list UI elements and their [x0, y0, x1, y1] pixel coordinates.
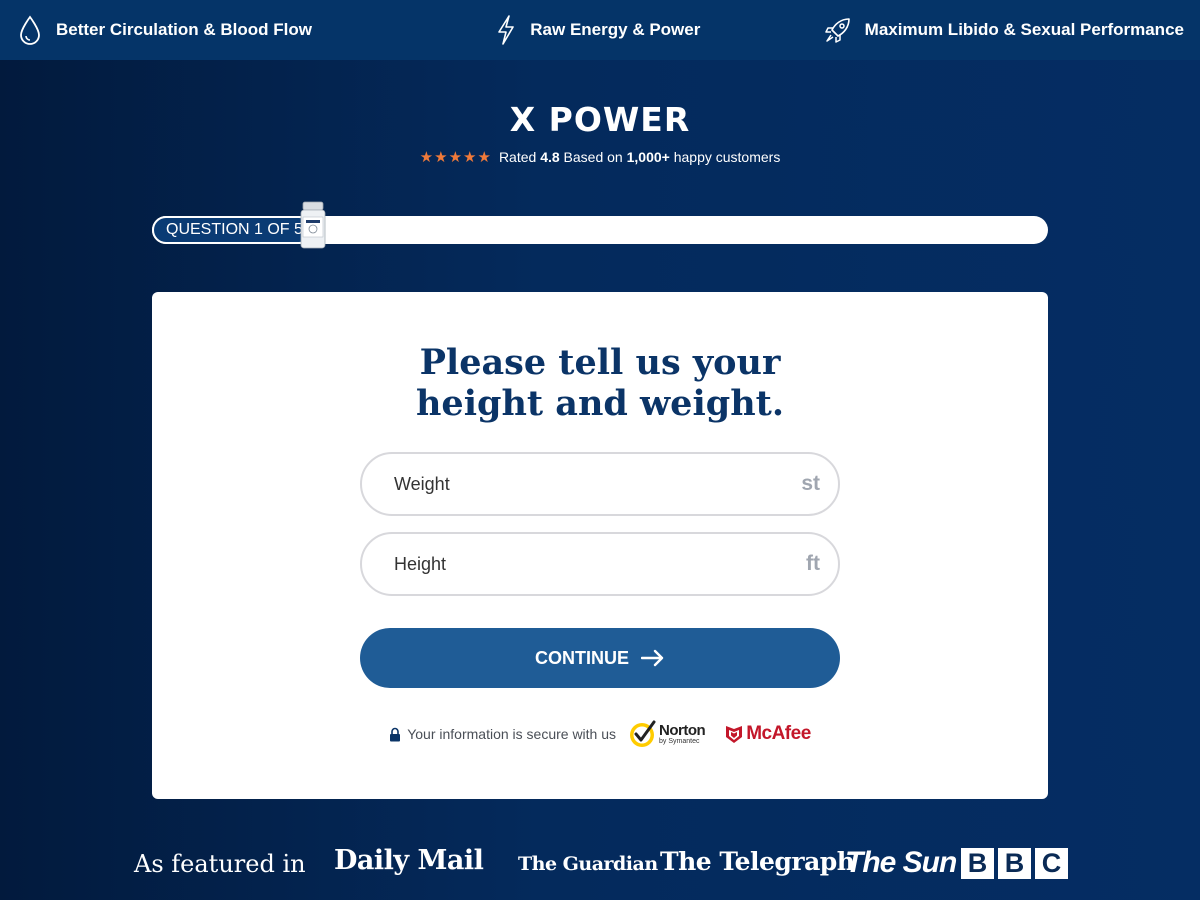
rating-suffix: happy customers	[673, 149, 781, 165]
security-notice: Your information is secure with us Norto…	[152, 720, 1048, 748]
rating-text: Rated 4.8 Based on 1,000+ happy customer…	[499, 149, 780, 165]
bbc-letter: C	[1035, 848, 1068, 879]
telegraph-logo: The Telegraph	[660, 847, 855, 876]
benefit-label: Better Circulation & Blood Flow	[56, 20, 312, 39]
benefits-bar: Better Circulation & Blood Flow Raw Ener…	[0, 0, 1200, 60]
rating-middle: Based on	[563, 149, 623, 165]
star-icon: ★	[434, 148, 448, 166]
progress-label: QUESTION 1 OF 5	[166, 221, 303, 238]
daily-mail-logo: Daily Mail	[334, 845, 484, 876]
benefit-label: Maximum Libido & Sexual Performance	[864, 20, 1184, 39]
height-unit: ft	[806, 552, 820, 575]
star-icon: ★	[477, 148, 491, 166]
supplement-bottle-icon	[300, 201, 326, 249]
featured-in-strip: As featured in Daily Mail The Guardian T…	[0, 842, 1200, 886]
rating-prefix: Rated	[498, 149, 537, 165]
weight-unit: st	[801, 472, 820, 495]
weight-field[interactable]: st	[360, 452, 840, 516]
benefit-label: Raw Energy & Power	[530, 20, 701, 39]
bbc-letter: B	[961, 848, 994, 879]
rating-stars: ★ ★ ★ ★ ★	[420, 150, 491, 165]
bbc-logo: B B C	[961, 848, 1068, 879]
mcafee-shield-icon	[726, 726, 743, 743]
benefit-circulation: Better Circulation & Blood Flow	[18, 15, 312, 45]
star-icon: ★	[448, 148, 463, 166]
star-icon: ★	[419, 148, 434, 166]
progress-fill: QUESTION 1 OF 5	[152, 216, 313, 244]
mcafee-badge: McAfee	[725, 723, 811, 745]
sun-logo: The Sun	[845, 846, 957, 879]
rocket-icon	[824, 18, 850, 43]
rating-summary: ★ ★ ★ ★ ★ Rated 4.8 Based on 1,000+ happ…	[0, 149, 1200, 165]
norton-name: Norton	[659, 722, 706, 739]
continue-label: CONTINUE	[535, 647, 629, 668]
mcafee-name: McAfee	[746, 723, 811, 744]
guardian-logo: The Guardian	[518, 853, 658, 875]
benefit-libido: Maximum Libido & Sexual Performance	[824, 17, 1184, 43]
bbc-letter: B	[998, 848, 1031, 879]
security-text: Your information is secure with us	[407, 726, 617, 742]
lightning-bolt-icon	[498, 15, 515, 45]
continue-button[interactable]: CONTINUE	[360, 628, 840, 688]
star-icon: ★	[463, 148, 477, 166]
height-field[interactable]: ft	[360, 532, 840, 596]
weight-input[interactable]	[394, 473, 774, 495]
rating-count: 1,000+	[626, 149, 670, 165]
quiz-progress-bar: QUESTION 1 OF 5	[152, 201, 1048, 249]
arrow-right-icon	[641, 649, 664, 667]
benefit-energy: Raw Energy & Power	[496, 15, 700, 45]
norton-sub: by Symantec	[659, 738, 700, 745]
brand-logo: X POWER	[509, 100, 691, 139]
question-card: Please tell us your height and weight. s…	[152, 292, 1048, 799]
water-drop-icon	[20, 15, 40, 45]
norton-badge: Norton by Symantec	[628, 720, 706, 748]
lock-icon	[390, 727, 401, 741]
height-input[interactable]	[394, 553, 774, 575]
rating-score: 4.8	[540, 149, 560, 165]
featured-label: As featured in	[134, 850, 306, 878]
question-title: Please tell us your height and weight.	[415, 342, 785, 424]
norton-check-icon	[630, 720, 656, 747]
